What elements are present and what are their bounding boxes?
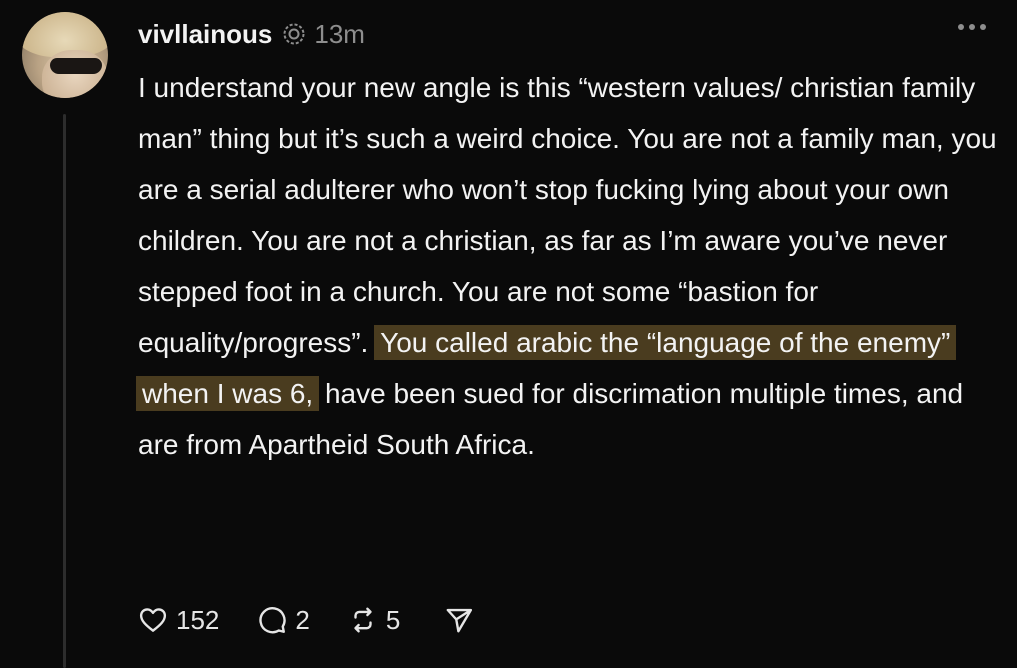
like-count: 152 [176,604,220,635]
more-dot [958,24,964,30]
post-header: vivllainous 13m [138,14,365,54]
thread-line [63,114,66,668]
more-dot [969,24,975,30]
repost-button[interactable]: 5 [348,605,400,636]
reply-count: 2 [295,604,310,635]
comment-icon [259,607,287,634]
author-username[interactable]: vivllainous [138,19,272,50]
post-body: I understand your new angle is this “wes… [136,62,998,470]
repost-icon [354,607,372,633]
avatar-sunglasses [50,58,102,74]
send-icon [446,608,473,633]
reply-button[interactable]: 2 [257,604,310,636]
post-timestamp: 13m [314,18,365,49]
repost-count: 5 [385,604,401,635]
more-icon[interactable] [958,24,986,30]
more-dot [980,24,986,30]
post-text: I understand your new angle is this “wes… [138,72,997,358]
heart-icon [139,608,167,632]
share-button[interactable] [444,605,474,635]
avatar[interactable] [22,12,108,98]
like-button[interactable]: 152 [138,605,219,636]
action-bar: 152 2 5 [138,600,474,640]
circle-logo-icon [283,23,305,45]
